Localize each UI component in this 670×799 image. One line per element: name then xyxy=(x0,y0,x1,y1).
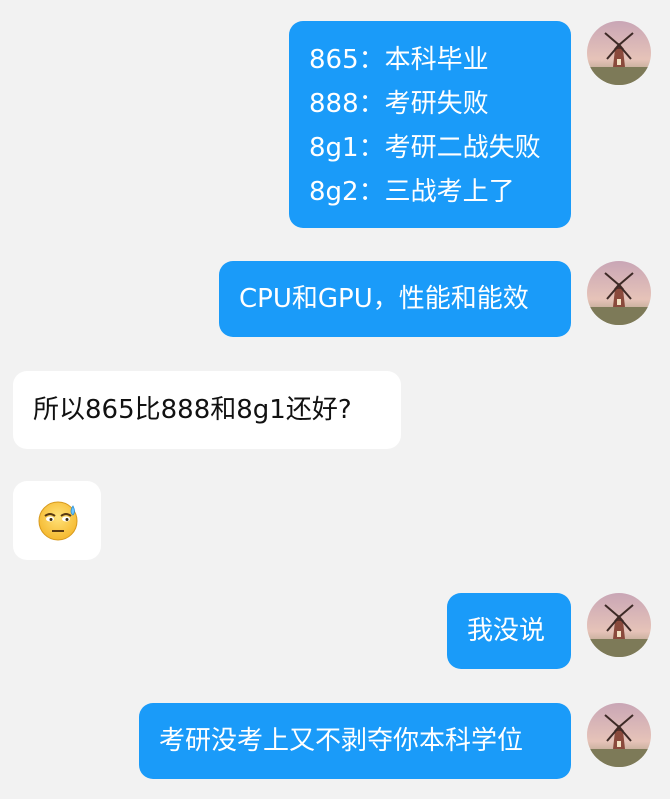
user-avatar[interactable] xyxy=(587,21,651,85)
message-line: 865：本科毕业 xyxy=(309,45,489,75)
message-line: CPU和GPU，性能和能效 xyxy=(239,284,529,314)
sent-message-bubble[interactable]: 考研没考上又不剥夺你本科学位 xyxy=(139,703,571,779)
windmill-avatar-icon xyxy=(587,21,651,85)
message-line: 考研没考上又不剥夺你本科学位 xyxy=(159,726,524,756)
message-line: 所以865比888和8g1还好? xyxy=(33,395,352,425)
sent-message-bubble[interactable]: CPU和GPU，性能和能效 xyxy=(219,261,571,337)
message-line: 8g2：三战考上了 xyxy=(309,177,515,207)
received-message-bubble[interactable]: 所以865比888和8g1还好? xyxy=(13,371,401,449)
windmill-avatar-icon xyxy=(587,703,651,767)
user-avatar[interactable] xyxy=(587,261,651,325)
message-line: 8g1：考研二战失败 xyxy=(309,133,541,163)
user-avatar[interactable] xyxy=(587,593,651,657)
windmill-avatar-icon xyxy=(587,593,651,657)
message-line: 我没说 xyxy=(467,616,546,646)
sent-message-bubble[interactable]: 我没说 xyxy=(447,593,571,669)
windmill-avatar-icon xyxy=(587,261,651,325)
sent-message-bubble[interactable]: 865：本科毕业 888：考研失败 8g1：考研二战失败 8g2：三战考上了 xyxy=(289,21,571,228)
user-avatar[interactable] xyxy=(587,703,651,767)
sweat-emoji-icon xyxy=(38,501,78,541)
message-line: 888：考研失败 xyxy=(309,89,489,119)
chat-view: 865：本科毕业 888：考研失败 8g1：考研二战失败 8g2：三战考上了 C… xyxy=(0,0,670,799)
